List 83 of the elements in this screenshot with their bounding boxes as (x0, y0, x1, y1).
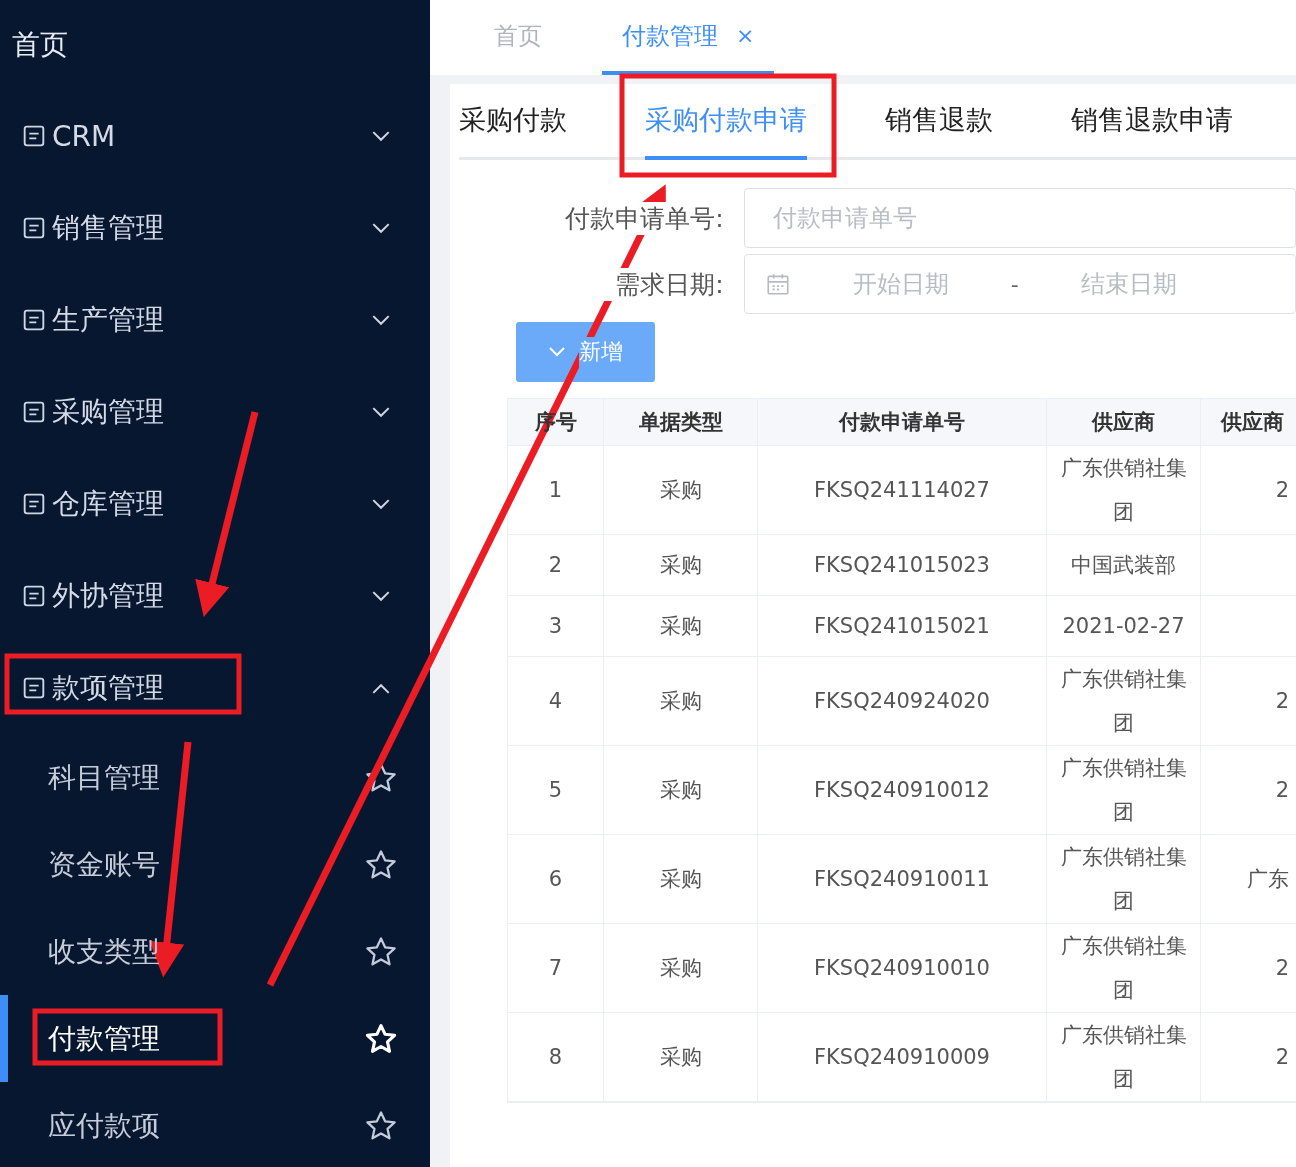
submenu-label: 科目管理 (48, 759, 160, 796)
sidebar-menu-item[interactable]: 生产管理 (0, 274, 430, 366)
table-cell: FKSQ241114027 (758, 446, 1047, 534)
submenu-item[interactable]: 付款管理 (0, 995, 430, 1082)
table-cell-text: 广东 (1246, 866, 1290, 893)
table-cell: 采购 (604, 657, 758, 745)
table-cell: 7 (508, 924, 604, 1012)
sub-tab[interactable]: 销售退款 (885, 84, 993, 160)
table-cell: 2021-02-27 (1047, 596, 1201, 656)
column-header: 供应商 (1047, 399, 1201, 445)
table-cell: 4 (508, 657, 604, 745)
sidebar-menu-item[interactable]: 外协管理 (0, 550, 430, 642)
column-header: 单据类型 (604, 399, 758, 445)
sidebar-menu-item[interactable]: 采购管理 (0, 366, 430, 458)
start-date-placeholder: 开始日期 (852, 269, 949, 300)
input-field[interactable]: 付款申请单号 (743, 188, 1296, 248)
sidebar-menu-item[interactable]: 仓库管理 (0, 458, 430, 550)
chevron-down-icon (372, 498, 390, 510)
table-cell: 中国武装部 (1047, 535, 1201, 595)
menu-label: 采购管理 (52, 394, 165, 430)
sub-tab[interactable]: 销售退款申请 (1071, 84, 1233, 160)
table-cell: 8 (508, 1013, 604, 1101)
menu-label: 生产管理 (52, 302, 165, 338)
chevron-down-icon (372, 314, 390, 326)
chevron-down-icon (372, 406, 390, 418)
table-cell: FKSQ240910012 (758, 746, 1047, 834)
chevron-down-icon (372, 590, 390, 602)
table-cell: 5 (508, 746, 604, 834)
table-cell-text: 2 (1274, 777, 1290, 804)
sidebar-menu-item[interactable]: 款项管理 (0, 642, 430, 734)
chevron-down-icon (372, 130, 390, 142)
table-cell: 2 (508, 535, 604, 595)
table-cell: FKSQ240924020 (758, 657, 1047, 745)
table-cell: 广东供销社集团 (1047, 446, 1201, 534)
table-cell: 广东供销社集团 (1047, 835, 1201, 923)
table-cell: 采购 (604, 446, 758, 534)
table-cell: FKSQ240910010 (758, 924, 1047, 1012)
table-cell: FKSQ240910009 (758, 1013, 1047, 1101)
table-cell-text: 2 (1274, 688, 1290, 715)
chevron-down-icon (548, 347, 565, 357)
table-cell-text: 2 (1274, 955, 1290, 982)
star-icon[interactable] (364, 1021, 398, 1056)
submenu-item[interactable]: 应付款项 (0, 1082, 430, 1167)
table-cell: 3 (508, 596, 604, 656)
sidebar-menu-item[interactable]: 销售管理 (0, 182, 430, 274)
table-cell: 采购 (604, 1013, 758, 1101)
sidebar-home-link[interactable]: 首页 (0, 0, 430, 90)
table-cell: 广东供销社集团 (1047, 1013, 1201, 1101)
date-range-field[interactable]: 开始日期 - 结束日期 (743, 254, 1296, 314)
table-cell: 6 (508, 835, 604, 923)
table-cell: 采购 (604, 596, 758, 656)
submenu-label: 应付款项 (48, 1107, 160, 1144)
table-cell: 广东供销社集团 (1047, 657, 1201, 745)
submenu-label: 资金账号 (48, 846, 160, 883)
column-header: 付款申请单号 (758, 399, 1047, 445)
end-date-placeholder: 结束日期 (1080, 269, 1177, 300)
menu-label: 外协管理 (52, 578, 165, 614)
table-cell: 采购 (604, 835, 758, 923)
table-cell: 广东供销社集团 (1047, 746, 1201, 834)
table-cell: 广东供销社集团 (1047, 924, 1201, 1012)
table-cell: FKSQ241015023 (758, 535, 1047, 595)
submenu-item[interactable]: 资金账号 (0, 821, 430, 908)
table-cell-text: 2 (1274, 1044, 1290, 1071)
table-cell: 采购 (604, 924, 758, 1012)
menu-label: CRM (52, 119, 117, 153)
submenu-label: 付款管理 (48, 1020, 160, 1057)
table-cell-text: 2 (1274, 477, 1290, 504)
date-separator: - (1010, 271, 1019, 297)
chevron-up-icon (372, 682, 390, 694)
table-cell: 1 (508, 446, 604, 534)
menu-label: 款项管理 (52, 670, 165, 706)
table-cell: FKSQ240910011 (758, 835, 1047, 923)
menu-label: 仓库管理 (52, 486, 165, 522)
column-header: 供应商 (1219, 409, 1285, 436)
chevron-down-icon (372, 222, 390, 234)
submenu-item[interactable]: 科目管理 (0, 734, 430, 821)
table-cell: 采购 (604, 535, 758, 595)
calendar-icon (764, 271, 791, 297)
sidebar-menu-item[interactable]: CRM (0, 90, 430, 182)
table-cell: 采购 (604, 746, 758, 834)
menu-label: 销售管理 (52, 210, 165, 246)
table-cell: FKSQ241015021 (758, 596, 1047, 656)
sub-tab[interactable]: 采购付款 (459, 84, 567, 160)
